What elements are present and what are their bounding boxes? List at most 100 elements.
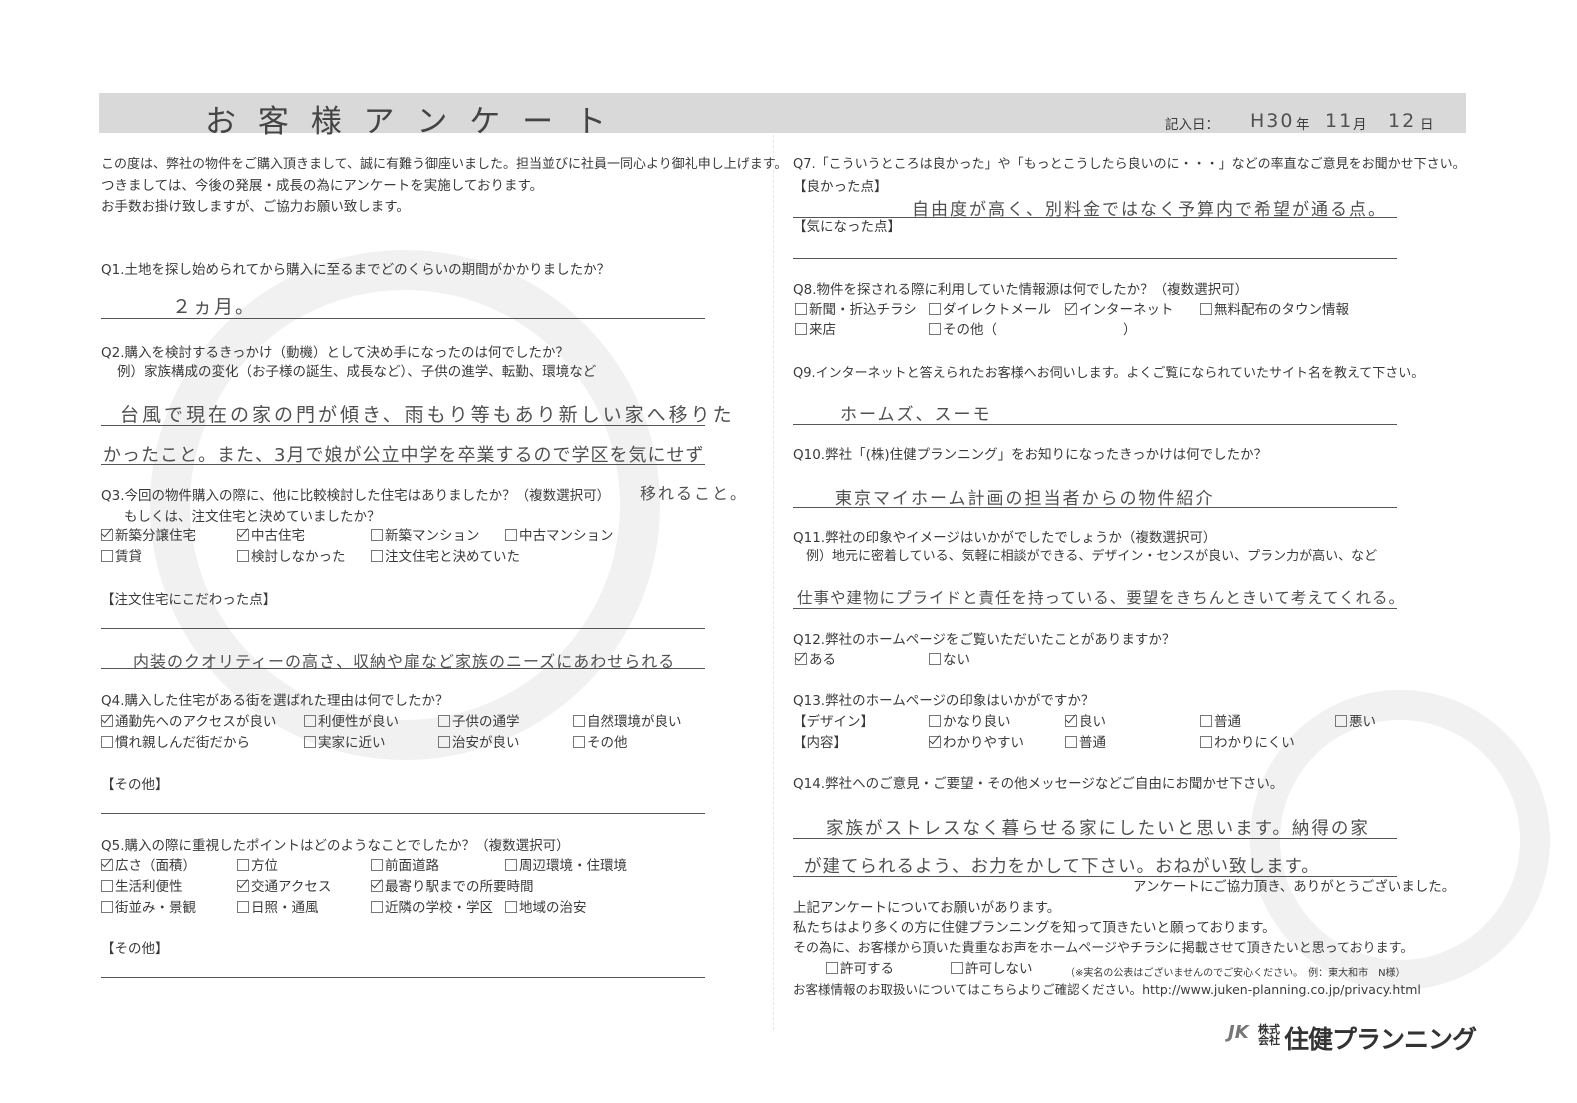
option-label: 賃貸 — [115, 549, 142, 565]
q13-design-very-good[interactable]: かなり良い — [929, 714, 1011, 730]
option-label: その他 — [587, 735, 628, 751]
q10-answer[interactable]: 東京マイホーム計画の担当者からの物件紹介 — [835, 484, 1215, 509]
q4-option-safety[interactable]: 治安が良い — [438, 735, 520, 751]
checkbox-icon — [371, 859, 383, 871]
q13-question: Q13.弊社のホームページの印象はいかがですか？ — [793, 693, 1095, 709]
q8-option-town-info[interactable]: 無料配布のタウン情報 — [1200, 302, 1349, 318]
q5-option-transport[interactable]: 交通アクセス — [237, 879, 331, 895]
q12-option-no[interactable]: ない — [929, 652, 970, 668]
q13-design-bad[interactable]: 悪い — [1335, 714, 1376, 730]
checkbox-icon — [101, 901, 113, 913]
checkbox-icon — [101, 715, 113, 727]
page-fold-divider — [773, 130, 774, 1030]
q5-option-school-district[interactable]: 近隣の学校・学区 — [371, 900, 493, 916]
q3-option-used-mansion[interactable]: 中古マンション — [505, 528, 614, 544]
q5-option-direction[interactable]: 方位 — [237, 858, 278, 874]
q8-option-internet[interactable]: インターネット — [1065, 302, 1174, 318]
q3-option-custom[interactable]: 注文住宅と決めていた — [371, 549, 520, 565]
checkbox-icon — [1065, 303, 1077, 315]
q1-answer[interactable]: ２ヵ月。 — [172, 292, 256, 319]
option-label: 良い — [1079, 714, 1106, 730]
q13-content-clear[interactable]: わかりやすい — [929, 735, 1024, 751]
checkbox-icon — [1065, 736, 1077, 748]
q8-option-visit[interactable]: 来店 — [795, 322, 836, 338]
checkbox-icon — [237, 529, 249, 541]
q4-other-rule — [101, 813, 705, 814]
option-label: 地域の治安 — [519, 900, 587, 916]
q2-answer-line-1[interactable]: 台風で現在の家の門が傾き、雨もり等もあり新しい家へ移りた — [120, 400, 735, 427]
q5-option-surroundings[interactable]: 周辺環境・住環境 — [505, 858, 627, 874]
q3-sub-rule-1 — [101, 628, 705, 629]
option-label: 治安が良い — [452, 735, 520, 751]
q11-example: 例）地元に密着している、気軽に相談ができる、デザイン・センスが良い、プラン力が高… — [806, 549, 1378, 564]
checkbox-icon — [929, 715, 941, 727]
q13-design-label: 【デザイン】 — [793, 714, 874, 730]
q2-answer-line-3[interactable]: 移れること。 — [640, 480, 748, 504]
option-label: 生活利便性 — [115, 879, 183, 895]
q4-option-nature[interactable]: 自然環境が良い — [573, 714, 682, 730]
checkbox-icon — [505, 529, 517, 541]
q4-option-school[interactable]: 子供の通学 — [438, 714, 520, 730]
checkbox-icon — [101, 859, 113, 871]
footer-permit-option[interactable]: 許可する — [826, 961, 894, 977]
q10-answer-rule — [793, 507, 1397, 508]
q5-option-townscape[interactable]: 街並み・景観 — [101, 900, 196, 916]
option-label: 近隣の学校・学区 — [385, 900, 493, 916]
q4-option-access[interactable]: 通勤先へのアクセスが良い — [101, 714, 276, 730]
q5-other-label: 【その他】 — [101, 941, 169, 957]
option-label: 前面道路 — [385, 858, 439, 874]
q13-content-normal[interactable]: 普通 — [1065, 735, 1106, 751]
q13-content-unclear[interactable]: わかりにくい — [1200, 735, 1295, 751]
q4-option-convenience[interactable]: 利便性が良い — [304, 714, 399, 730]
option-label: 新築マンション — [385, 528, 480, 544]
q5-option-living[interactable]: 生活利便性 — [101, 879, 183, 895]
q5-option-size[interactable]: 広さ（面積） — [101, 858, 196, 874]
q5-option-road[interactable]: 前面道路 — [371, 858, 439, 874]
q14-thanks: アンケートにご協力頂き、ありがとうございました。 — [1133, 879, 1456, 895]
logo-mark-icon: JK — [1228, 1022, 1249, 1043]
date-year: H30 — [1250, 110, 1295, 132]
q4-option-familiar[interactable]: 慣れ親しんだ街だから — [101, 735, 250, 751]
q4-question: Q4.購入した住宅がある街を選ばれた理由は何でしたか？ — [101, 693, 449, 709]
q5-other-rule — [101, 977, 705, 978]
q5-question: Q5.購入の際に重視したポイントはどのようなことでしたか？（複数選択可） — [101, 838, 570, 854]
q12-option-yes[interactable]: ある — [795, 652, 836, 668]
footer-deny-option[interactable]: 許可しない — [951, 961, 1033, 977]
q3-option-none[interactable]: 検討しなかった — [237, 549, 346, 565]
q3-option-new-mansion[interactable]: 新築マンション — [371, 528, 480, 544]
q13-content-label: 【内容】 — [793, 735, 847, 751]
page-title: お 客 様 ア ン ケ ー ト — [205, 104, 612, 140]
q13-design-normal[interactable]: 普通 — [1200, 714, 1241, 730]
q14-answer-line-2[interactable]: が建てられるよう、お力をかして下さい。おねがい致します。 — [804, 853, 1320, 878]
checkbox-icon — [237, 901, 249, 913]
footer-note: （※実名の公表はございませんのでご安心ください。 例：東大和市 N様） — [1065, 968, 1406, 979]
q4-option-parents[interactable]: 実家に近い — [304, 735, 386, 751]
q8-option-newspaper[interactable]: 新聞・折込チラシ — [795, 302, 917, 318]
q3-option-rental[interactable]: 賃貸 — [101, 549, 142, 565]
checkbox-icon — [371, 529, 383, 541]
q14-question: Q14.弊社へのご意見・ご要望・その他メッセージなどご自由にお聞かせ下さい。 — [793, 776, 1284, 792]
q14-answer-line-1[interactable]: 家族がストレスなく暮らせる家にしたいと思います。納得の家 — [826, 815, 1370, 840]
q11-answer-rule — [793, 608, 1397, 609]
q5-option-station-time[interactable]: 最寄り駅までの所要時間 — [371, 879, 534, 895]
q3-option-used-house[interactable]: 中古住宅 — [237, 528, 305, 544]
checkbox-icon — [371, 880, 383, 892]
checkbox-icon — [438, 715, 450, 727]
watermark-ornament-left — [150, 250, 660, 760]
checkbox-icon — [371, 901, 383, 913]
footer-privacy[interactable]: お客様情報のお取扱いについてはこちらよりご確認ください。http://www.j… — [793, 982, 1421, 998]
q5-option-area-safety[interactable]: 地域の治安 — [505, 900, 587, 916]
q13-design-good[interactable]: 良い — [1065, 714, 1106, 730]
q3-option-new-house[interactable]: 新築分譲住宅 — [101, 528, 196, 544]
checkbox-icon — [929, 653, 941, 665]
option-label: 普通 — [1079, 735, 1106, 751]
q9-answer[interactable]: ホームズ、スーモ — [840, 400, 992, 425]
q8-option-other[interactable]: その他（ — [929, 322, 997, 338]
q5-option-sunlight[interactable]: 日照・通風 — [237, 900, 319, 916]
q4-option-other[interactable]: その他 — [573, 735, 628, 751]
option-label: 慣れ親しんだ街だから — [115, 735, 250, 751]
option-label: 最寄り駅までの所要時間 — [385, 879, 534, 895]
q2-answer-rule-2 — [101, 464, 705, 465]
q8-option-dm[interactable]: ダイレクトメール — [929, 302, 1051, 318]
q11-answer[interactable]: 仕事や建物にプライドと責任を持っている、要望をきちんときいて考えてくれる。 — [797, 586, 1405, 608]
